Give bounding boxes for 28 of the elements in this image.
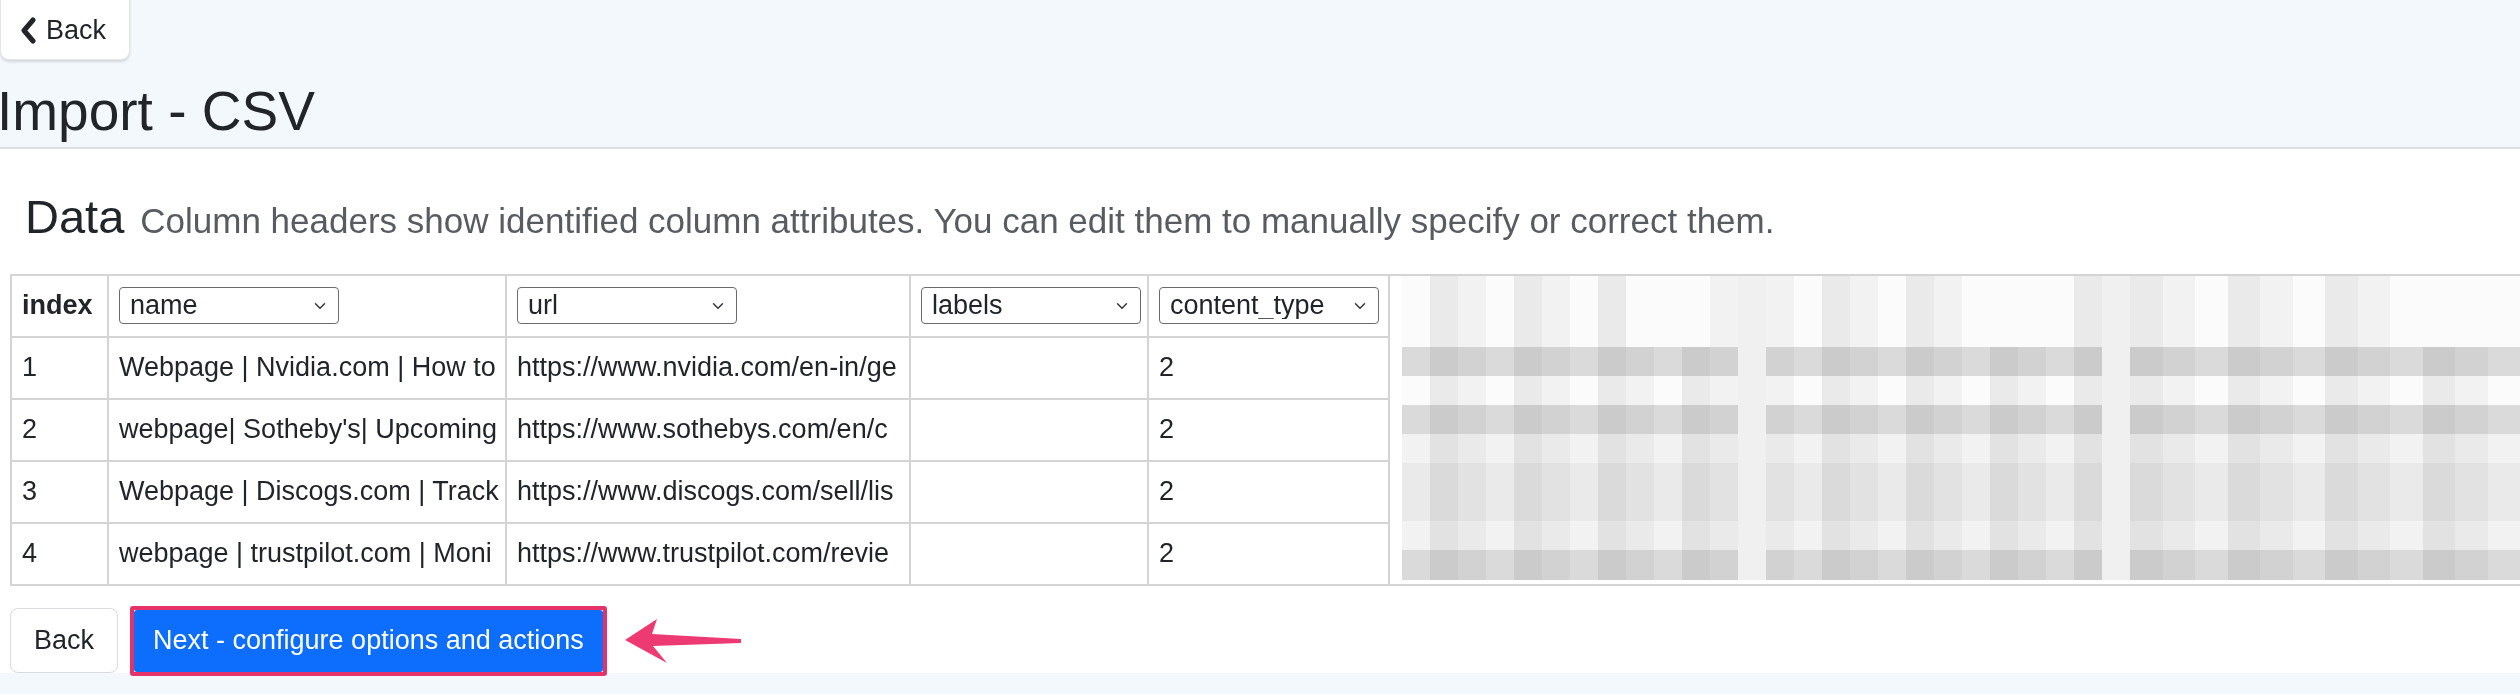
table-cell: 4 <box>11 522 108 585</box>
table-cell: 2 <box>1148 522 1389 585</box>
table-cell: 2 <box>1148 398 1389 461</box>
table-cell: Webpage | Discogs.com | Track <box>108 460 506 523</box>
page-title: Import - CSV <box>0 79 316 144</box>
table-cell: https://www.trustpilot.com/revie <box>506 522 910 585</box>
table-cell: 2 <box>1148 336 1389 399</box>
table-cell: 1 <box>11 336 108 399</box>
table-cell: webpage | trustpilot.com | Moni <box>108 522 506 585</box>
table-cell: https://www.nvidia.com/en-in/ge <box>506 336 910 399</box>
table-cell: Webpage | Nvidia.com | How to <box>108 336 506 399</box>
back-button[interactable]: Back <box>10 608 119 673</box>
back-button[interactable]: Back <box>0 0 130 60</box>
column-select[interactable]: content_type <box>1159 287 1379 324</box>
table-cell: https://www.sothebys.com/en/c <box>506 398 910 461</box>
table-cell: 3 <box>11 460 108 523</box>
section-heading: Data <box>25 189 125 245</box>
column-select[interactable]: labels <box>921 287 1141 324</box>
column-header: index <box>11 274 108 337</box>
table-cell: https://www.discogs.com/sell/lis <box>506 460 910 523</box>
next-button[interactable]: Next - configure options and actions <box>134 609 603 672</box>
column-select[interactable]: url <box>517 287 737 324</box>
table-cell: 2 <box>1148 460 1389 523</box>
table-cell: webpage| Sotheby's| Upcoming <box>108 398 506 461</box>
chevron-left-icon <box>19 16 37 44</box>
table-cell: 2 <box>11 398 108 461</box>
section-description: Column headers show identified column attributes. You can edit them to manually specify or correct them. <box>140 200 1775 242</box>
column-select[interactable]: name <box>119 287 339 324</box>
